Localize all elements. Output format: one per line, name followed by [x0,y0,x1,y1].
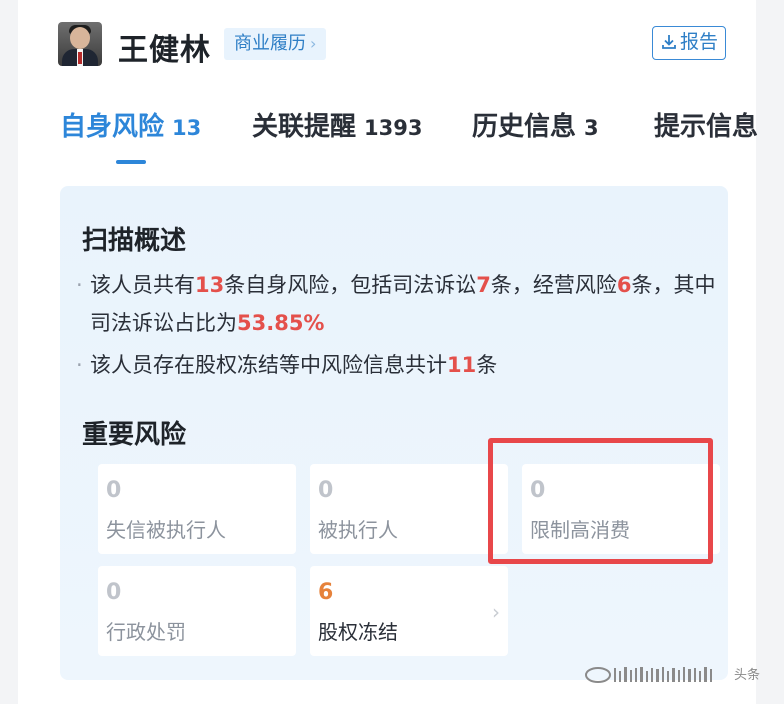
risk-card: 王健林 商业履历 › 报告 自身风险 13 关联提醒 1393 历史信息 3 提示信息 … [18,0,758,704]
tab-history[interactable]: 历史信息 3 [472,106,599,143]
tab-related-alerts[interactable]: 关联提醒 1393 [252,106,422,143]
watermark-logo-icon [585,666,712,683]
highlight-box [488,438,713,564]
report-button-label: 报告 [679,31,718,53]
chevron-right-icon: › [492,600,500,624]
risk-label: 股权冻结 [318,620,398,644]
scan-summary-title: 扫描概述 [82,226,187,256]
risk-tile-administrative-penalty[interactable]: 0 行政处罚 [98,566,296,656]
tab-self-risk[interactable]: 自身风险 13 [60,106,201,143]
chevron-right-icon: › [310,34,317,53]
risk-tile-judgment-debtor[interactable]: 0 被执行人 [310,464,508,554]
watermark: 头条 [584,664,760,685]
tab-count: 1393 [364,116,423,140]
watermark-text: 头条 [734,668,761,683]
person-name: 王健林 [118,33,211,68]
risk-tile-equity-freeze[interactable]: 6 股权冻结 › [310,566,508,656]
risk-label: 失信被执行人 [106,518,226,542]
report-button[interactable]: 报告 [652,26,726,60]
risk-count: 0 [106,478,122,503]
risk-tile-dishonest-debtor[interactable]: 0 失信被执行人 [98,464,296,554]
tab-count: 13 [172,116,202,140]
tab-label: 提示信息 [654,112,759,142]
tab-label: 自身风险 [60,112,165,142]
risk-label: 被执行人 [318,518,398,542]
tab-count: 3 [584,116,599,140]
tab-label: 关联提醒 [252,112,357,142]
risk-count: 6 [318,580,334,605]
scan-summary-line-2: · 该人员存在股权冻结等中风险信息共计11条 [76,353,498,377]
tab-notices[interactable]: 提示信息 [654,106,758,143]
business-resume-tag[interactable]: 商业履历 › [224,28,327,60]
tab-label: 历史信息 [472,112,577,142]
risk-count: 0 [318,478,334,503]
risk-count: 0 [106,580,122,605]
important-risks-title: 重要风险 [82,420,187,450]
risk-summary-panel: 扫描概述 · 该人员共有13条自身风险，包括司法诉讼7条，经营风险6条，其中司法… [60,186,728,680]
avatar[interactable] [58,22,102,66]
download-icon [662,35,676,49]
active-tab-indicator [116,160,146,164]
resume-tag-label: 商业履历 [234,33,306,54]
scan-summary-line-1: · 该人员共有13条自身风险，包括司法诉讼7条，经营风险6条，其中司法诉讼占比为… [76,273,716,335]
risk-label: 行政处罚 [106,620,186,644]
